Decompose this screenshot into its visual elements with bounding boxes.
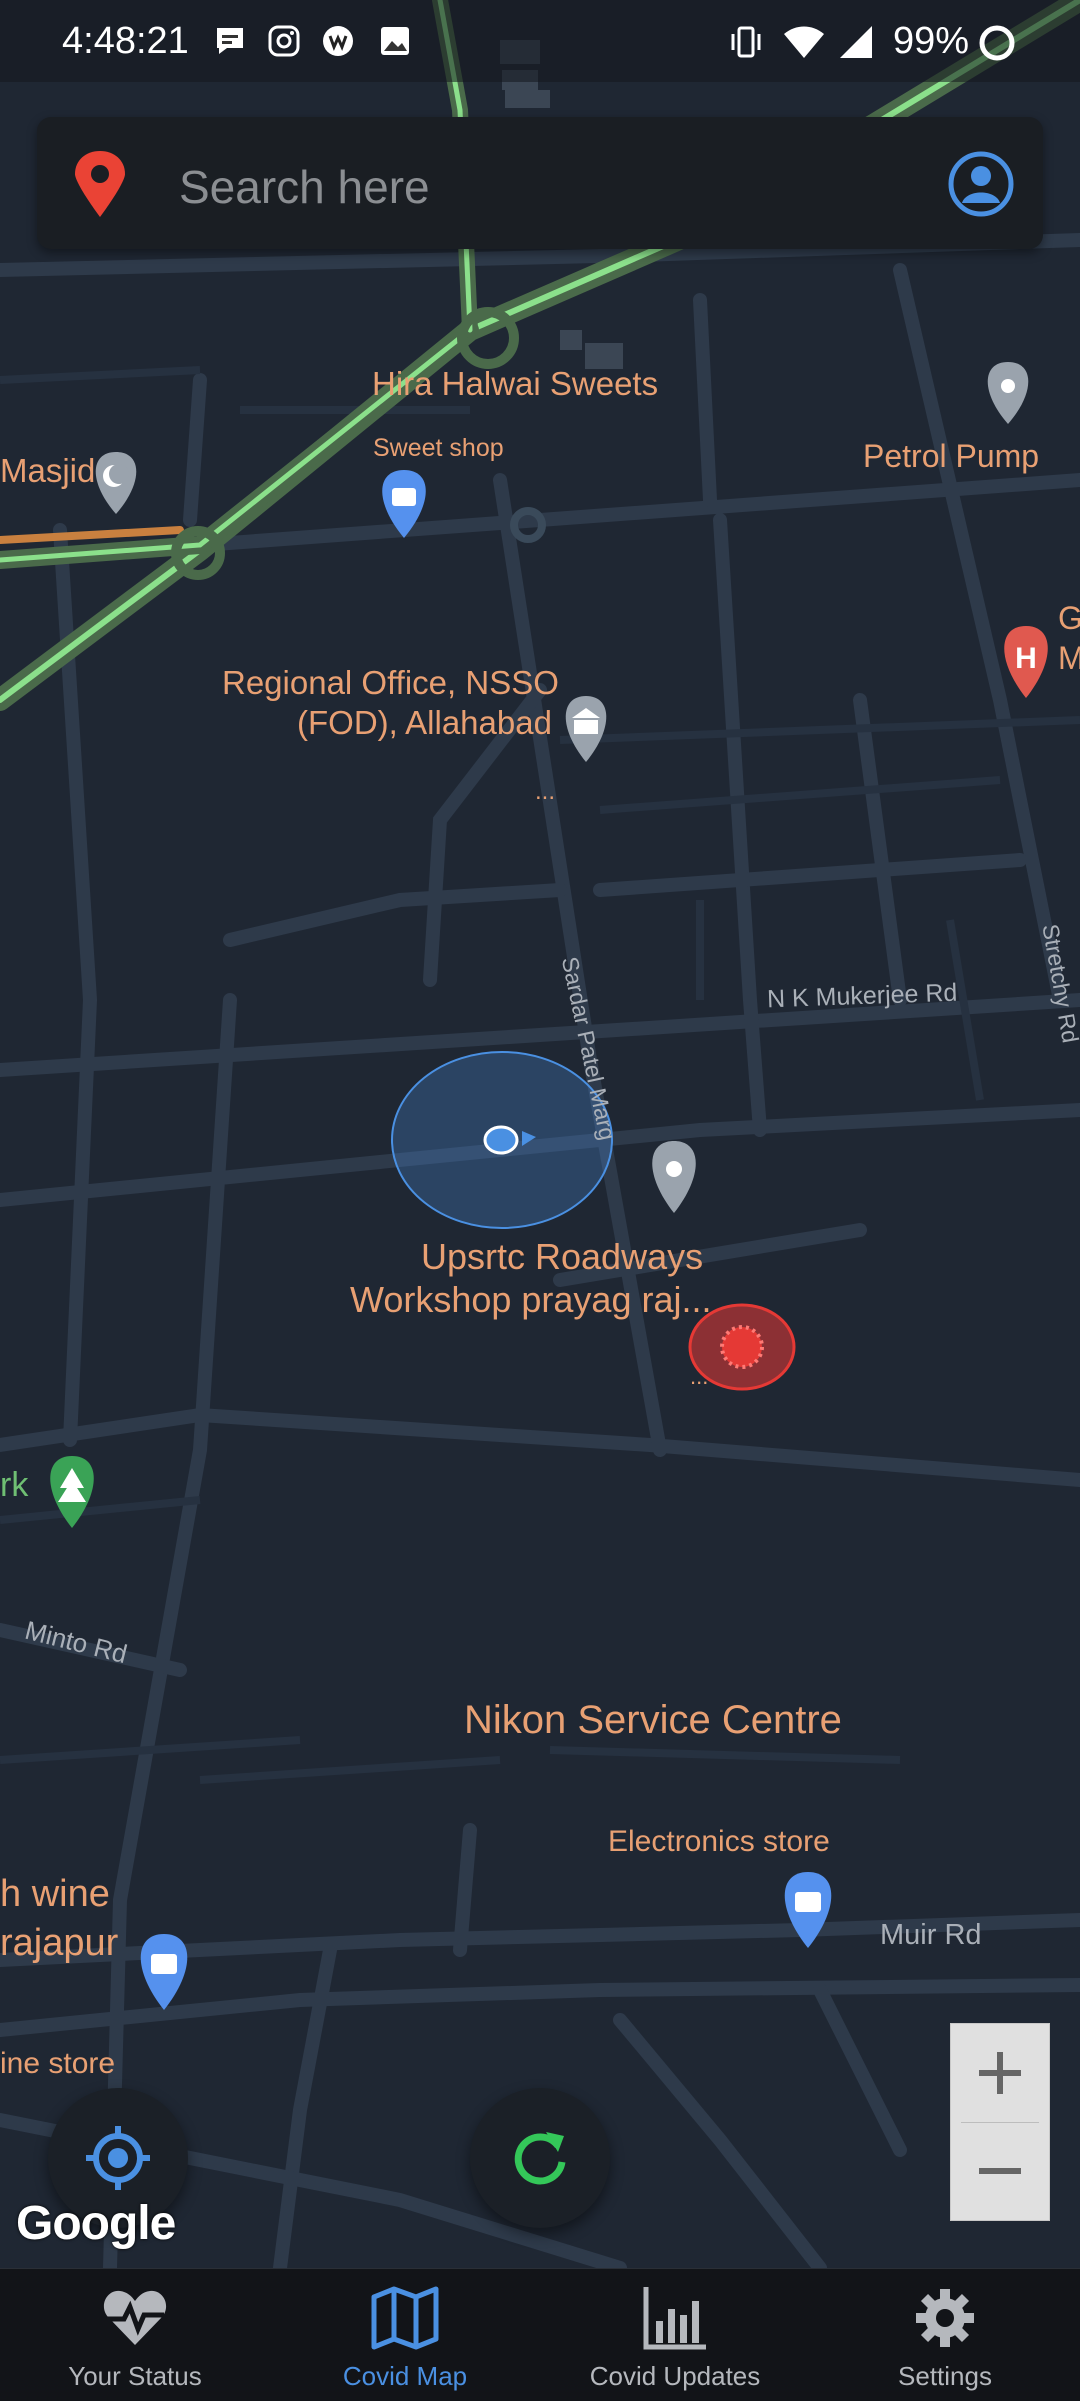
place-label[interactable]: Regional Office, NSSO <box>222 664 559 702</box>
bar-chart-icon <box>643 2287 706 2350</box>
place-label[interactable]: Upsrtc Roadways <box>421 1236 703 1278</box>
zoom-controls <box>950 2023 1050 2221</box>
status-bar: 4:48:21 99% <box>0 0 1080 82</box>
cellular-signal-icon <box>840 26 872 58</box>
message-notification-icon <box>217 28 243 54</box>
place-category: ine store <box>0 2047 116 2080</box>
app-notification-icon <box>323 26 353 56</box>
my-location-marker <box>391 1051 613 1229</box>
nav-label: Your Status <box>68 2361 202 2391</box>
place-label[interactable]: M <box>1058 640 1080 677</box>
nav-label: Covid Map <box>342 2361 468 2391</box>
nav-covid-map[interactable]: Covid Map <box>270 2269 540 2401</box>
place-ellipsis: ... <box>690 1364 709 1389</box>
zoom-in-button[interactable] <box>951 2024 1049 2122</box>
vibrate-icon <box>731 26 761 58</box>
place-label[interactable]: G <box>1058 600 1080 637</box>
place-label[interactable]: h wine <box>0 1873 110 1916</box>
place-label[interactable]: (FOD), Allahabad <box>297 704 552 742</box>
account-icon[interactable] <box>948 151 1014 217</box>
gear-icon <box>916 2289 974 2347</box>
road-label: Muir Rd <box>880 1919 982 1951</box>
battery-percent: 99% <box>893 20 970 62</box>
place-label[interactable]: Nikon Service Centre <box>464 1698 842 1743</box>
place-ellipsis: ... <box>535 778 556 805</box>
place-label[interactable]: rajapur <box>0 1922 118 1965</box>
place-category: Electronics store <box>608 1825 830 1858</box>
crosshair-icon <box>86 2126 150 2190</box>
nav-covid-updates[interactable]: Covid Updates <box>540 2269 810 2401</box>
nav-settings[interactable]: Settings <box>810 2269 1080 2401</box>
place-category: Sweet shop <box>373 434 504 462</box>
search-input[interactable]: Search here <box>179 160 430 214</box>
refresh-icon <box>514 2132 566 2185</box>
plus-icon <box>979 2052 1021 2094</box>
map-icon <box>371 2286 439 2350</box>
svg-text:H: H <box>1015 642 1037 675</box>
status-time: 4:48:21 <box>62 20 189 62</box>
place-label[interactable]: Petrol Pump <box>863 438 1039 475</box>
location-pin-icon <box>75 151 125 217</box>
wifi-icon <box>784 26 824 58</box>
place-label[interactable]: Masjid <box>0 452 95 490</box>
nav-your-status[interactable]: Your Status <box>0 2269 270 2401</box>
bottom-navigation: Your Status Covid Map Covid Updates Sett… <box>0 2268 1080 2401</box>
google-attribution: Google <box>16 2197 176 2250</box>
nav-label: Settings <box>898 2361 992 2391</box>
image-icon <box>381 27 409 55</box>
refresh-button[interactable] <box>470 2088 610 2228</box>
heartbeat-icon <box>103 2290 167 2345</box>
search-bar[interactable]: Search here <box>37 117 1043 249</box>
battery-icon <box>979 25 1015 61</box>
nav-label: Covid Updates <box>589 2361 761 2391</box>
place-label[interactable]: Hira Halwai Sweets <box>372 365 658 403</box>
place-label[interactable]: rk <box>0 1466 28 1505</box>
instagram-icon <box>268 25 300 57</box>
zoom-out-button[interactable] <box>951 2122 1049 2220</box>
place-label[interactable]: Workshop prayag raj... <box>350 1279 712 1321</box>
minus-icon <box>979 2168 1021 2174</box>
